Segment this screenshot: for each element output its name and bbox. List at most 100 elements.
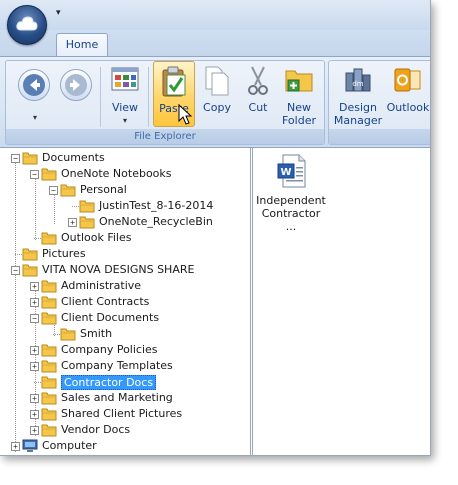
tree-item[interactable]: Outlook Files [0,230,248,246]
tree-item[interactable]: + Company Policies [0,342,248,358]
tree-item-label: Outlook Files [61,231,132,244]
tree-item-label: Computer [42,439,97,452]
cloud-icon [16,16,38,31]
collapse-icon[interactable]: − [49,186,58,195]
paste-button[interactable]: Paste [153,61,195,127]
back-arrow-icon [23,74,45,96]
folder-icon [60,184,76,197]
forward-button[interactable] [60,69,92,101]
outlook-button[interactable]: Outlook [385,61,430,127]
folder-icon [79,216,95,229]
forward-arrow-icon [65,74,87,96]
expand-icon[interactable]: + [30,298,39,307]
tree-item-label: Sales and Marketing [61,391,173,404]
ribbon-tab-strip: Home [0,30,430,57]
folder-icon [41,296,57,309]
expand-icon[interactable]: + [68,218,77,227]
separator [100,67,101,127]
svg-text:W: W [280,167,291,178]
file-list-pane[interactable]: W Independent Contractor ... [252,148,430,455]
folder-icon [41,424,57,437]
folder-icon [41,360,57,373]
tree-item-label: Documents [42,151,105,164]
tree-item[interactable]: Contractor Docs [0,374,248,390]
application-button[interactable] [7,5,47,45]
view-button[interactable]: View ▾ [106,61,144,127]
folder-icon [60,328,76,341]
tree-item[interactable]: + OneNote_RecycleBin [0,214,248,230]
tree-item[interactable]: + Vendor Docs [0,422,248,438]
tree-item-label: Client Contracts [61,295,150,308]
tree-item-label: Administrative [61,279,142,292]
tree-item[interactable]: + Client Contracts [0,294,248,310]
expand-icon[interactable]: + [30,282,39,291]
design-manager-label: Design Manager [333,101,383,127]
cut-button[interactable]: Cut [242,61,274,125]
design-manager-button[interactable]: dm Design Manager [333,61,383,127]
tree-item[interactable]: JustinTest_8-16-2014 [0,198,248,214]
group-integrations: dm Design Manager Outlook [328,60,430,145]
tree-item[interactable]: + Computer [0,438,248,454]
expand-icon[interactable]: + [30,346,39,355]
paste-clipboard-icon [162,66,186,97]
tree-item[interactable]: − Personal [0,182,248,198]
computer-icon [22,439,38,452]
tree-item-label: OneNote_RecycleBin [99,215,213,228]
copy-button[interactable]: Copy [198,61,236,125]
expand-icon[interactable]: + [30,394,39,403]
collapse-icon[interactable]: − [11,154,20,163]
design-manager-icon: dm [345,68,371,92]
new-folder-button[interactable]: New Folder [278,61,320,127]
expand-icon[interactable]: + [30,362,39,371]
tab-home[interactable]: Home [56,33,108,57]
expand-icon[interactable]: + [30,426,39,435]
tree-item-label: Personal [80,183,127,196]
title-bar: ▾ [0,0,430,30]
folder-icon [79,200,95,213]
copy-icon [205,66,229,96]
folder-icon [41,280,57,293]
collapse-icon[interactable]: − [30,170,39,179]
mouse-cursor-icon [178,104,193,125]
folder-tree-pane[interactable]: − Documents − OneNote Notebooks − Personal Jus… [0,148,251,455]
tree-item-label: Company Policies [61,343,158,356]
tree-item[interactable]: Smith [0,326,248,342]
group-file-explorer: ▾ View ▾ Paste Copy Cut New Folder File … [5,60,325,145]
back-button[interactable] [18,69,50,101]
tree-item[interactable]: + Company Templates [0,358,248,374]
ribbon: ▾ View ▾ Paste Copy Cut New Folder File … [0,56,430,148]
tree-item[interactable]: + Shared Client Pictures [0,406,248,422]
tree-item-label-selected: Contractor Docs [61,375,157,390]
tree-item[interactable]: − OneNote Notebooks [0,166,248,182]
tree-item[interactable]: − Client Documents [0,310,248,326]
view-label: View [111,101,139,114]
tree-item-label: Vendor Docs [61,423,131,436]
outlook-icon [394,68,421,92]
tree-item[interactable]: − Documents [0,150,248,166]
tree-item[interactable]: Pictures [0,246,248,262]
tree-item[interactable]: − VITA NOVA DESIGNS SHARE [0,262,248,278]
svg-text:dm: dm [352,80,363,88]
folder-icon [22,152,38,165]
tree-item-label: OneNote Notebooks [61,167,172,180]
collapse-icon[interactable]: − [11,266,20,275]
folder-icon [41,376,57,389]
folder-icon [22,248,38,261]
tree-item[interactable]: + Sales and Marketing [0,390,248,406]
folder-icon [41,392,57,405]
tree-item-label: VITA NOVA DESIGNS SHARE [42,263,195,276]
quick-access-dropdown[interactable]: ▾ [56,8,68,20]
expand-icon[interactable]: + [30,410,39,419]
tree-item[interactable]: + Administrative [0,278,248,294]
folder-icon [41,408,57,421]
expand-icon[interactable]: + [11,442,20,451]
history-dropdown-arrow-icon[interactable]: ▾ [33,113,37,122]
group-integrations-label [329,129,430,144]
view-icon [111,67,139,91]
app-window: ▾ Home ▾ View ▾ Paste Copy Cut New Folde… [0,0,431,456]
file-item[interactable]: W Independent Contractor ... [255,152,327,233]
word-document-icon: W [277,154,306,188]
group-file-explorer-label: File Explorer [6,129,324,144]
collapse-icon[interactable]: − [30,314,39,323]
new-folder-icon [285,70,313,92]
